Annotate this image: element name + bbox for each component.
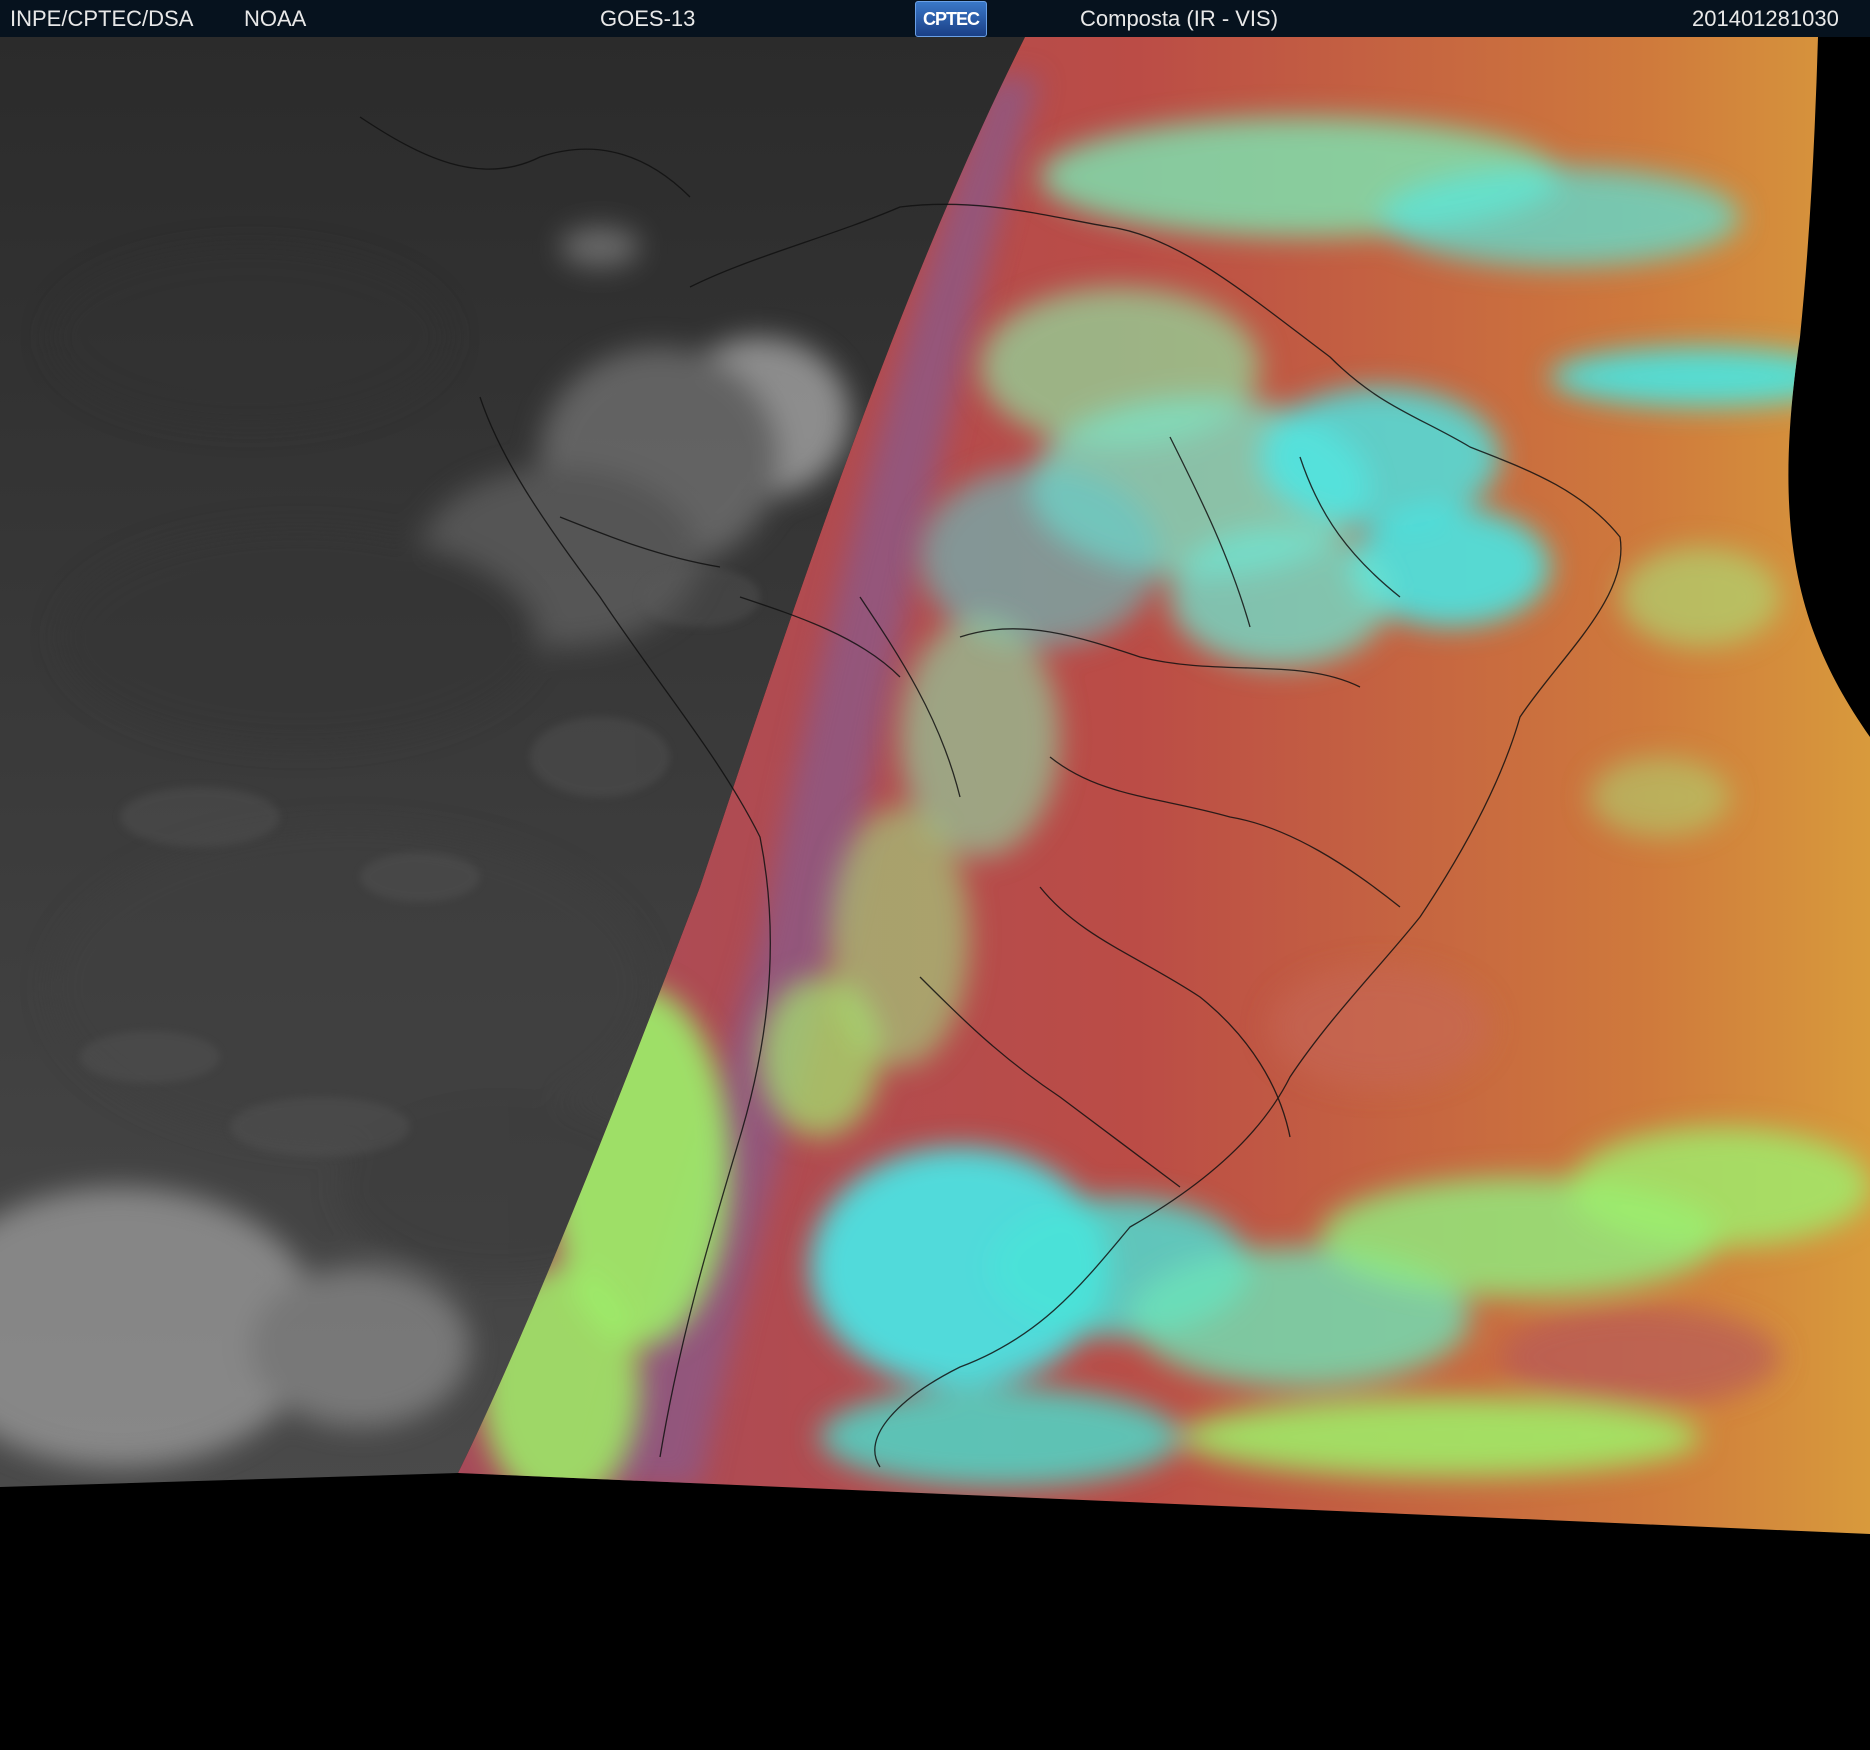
timestamp-label: 201401281030 [1692, 6, 1839, 31]
agency-label: INPE/CPTEC/DSA [10, 6, 194, 31]
satellite-label: GOES-13 [600, 6, 696, 31]
product-label: Composta (IR - VIS) [1080, 6, 1279, 31]
cptec-logo: CPTEC [915, 1, 987, 37]
image-header: INPE/CPTEC/DSA NOAA GOES-13 CPTEC Compos… [0, 0, 1870, 37]
satellite-composite-svg [0, 37, 1870, 1750]
partner-label: NOAA [244, 6, 307, 31]
satellite-image [0, 37, 1870, 1750]
